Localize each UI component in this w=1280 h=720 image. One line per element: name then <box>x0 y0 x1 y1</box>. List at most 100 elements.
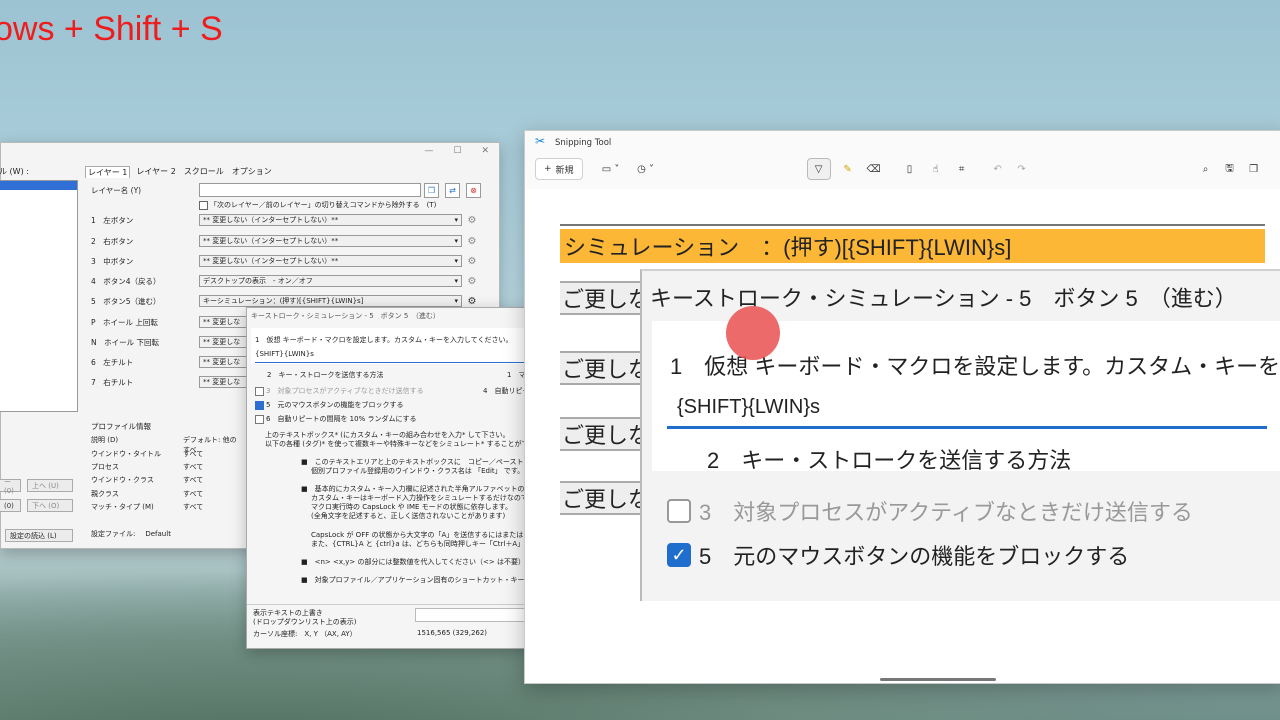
macro-input[interactable]: {SHIFT}{LWIN}s <box>255 350 531 363</box>
dialog-title: キーストローク・シミュレーション - 5 ボタン 5 （進む） <box>251 312 440 320</box>
combo-stub: ご更しな <box>560 351 642 385</box>
gear-icon[interactable]: ⚙ <box>466 296 478 307</box>
snip-mode-dropdown[interactable]: ▭ ˅ <box>597 159 625 179</box>
combo-stub: ご更しな <box>560 417 642 451</box>
option-5-checkbox[interactable]: 5 元のマウスボタンの機能をブロックする <box>255 400 403 410</box>
option-label: 5 元のマウスボタンの機能をブロックする <box>266 401 404 409</box>
delay-dropdown[interactable]: ◷ ˅ <box>631 159 661 179</box>
settings-file-value: Default <box>145 530 171 538</box>
pen-tool-button[interactable]: ▽ <box>806 158 831 180</box>
gear-icon[interactable]: ⚙ <box>466 236 478 247</box>
copy-button[interactable]: ❐ <box>1243 159 1265 179</box>
combo-value: ** 変更しない（インターセプトしない）** <box>203 237 339 245</box>
profile-list-selected-item[interactable] <box>0 181 77 190</box>
help-bullet: ■ <n> <x,y> の部分には整数値を代入してください（<> は不要） <box>301 558 526 566</box>
profile-list[interactable] <box>0 180 78 412</box>
new-snip-button[interactable]: + 新規 <box>535 158 583 180</box>
combo-value: ** 変更しな <box>203 358 241 366</box>
touch-writing-button[interactable]: ☝ <box>925 159 947 179</box>
exclude-layer-label: 「次のレイヤー／前のレイヤー」の切り替えコマンドから除外する (T) <box>210 201 437 209</box>
dropdown-arrow-icon: ▾ <box>454 257 458 265</box>
profile-value: すべて <box>183 476 204 484</box>
layer-name-label: レイヤー名 (Y) <box>91 185 142 195</box>
action-combo[interactable]: ** 変更しない（インターセプトしない）** ▾ <box>199 255 462 267</box>
row-label: N ホイール 下回転 <box>91 337 159 347</box>
zoom-button[interactable]: ⌕ <box>1195 159 1217 179</box>
swap-icon[interactable]: ⇄ <box>445 183 460 198</box>
combo-value: キーシミュレーション：(押す)[{SHIFT}{LWIN}s] <box>203 297 364 305</box>
save-button[interactable]: 🖫 <box>1219 159 1241 179</box>
button-row-middle: 3 中ボタン ** 変更しない（インターセプトしない）** ▾ ⚙ <box>91 254 481 268</box>
row-label: 4 ボタン4（戻る） <box>91 276 161 286</box>
eraser-icon: ⌫ <box>866 163 881 175</box>
combo-value: ** 変更しな <box>203 338 241 346</box>
action-combo[interactable]: デスクトップの表示 - オン／オフ ▾ <box>199 275 462 287</box>
move-down-button[interactable]: 下へ (O) <box>27 499 73 512</box>
gear-icon[interactable]: ⚙ <box>466 215 478 226</box>
dropdown-arrow-icon: ▾ <box>454 297 458 305</box>
option-6-checkbox[interactable]: 6 自動リピートの間隔を 10% ランダムにする <box>255 414 417 424</box>
step2-text: 2 キー・ストロークを送信する方法 <box>267 371 384 379</box>
profile-row: 親クラス すべて <box>91 489 243 499</box>
override-text-input[interactable] <box>415 608 531 622</box>
undo-button[interactable]: ↶ <box>987 159 1009 179</box>
action-combo[interactable]: キーシミュレーション：(押す)[{SHIFT}{LWIN}s] ▾ <box>199 295 462 307</box>
pen-icon: ▽ <box>814 163 823 175</box>
maximize-icon[interactable]: ☐ <box>453 146 461 156</box>
minimize-icon[interactable]: — <box>424 146 433 156</box>
ruler-button[interactable]: ▯ <box>899 159 921 179</box>
settings-file-label: 設定ファイル: <box>91 530 136 538</box>
help-text: 以下の各種 (タグ)* を使って複数キーや特殊キーなどをシミュレート* すること… <box>265 440 529 448</box>
nav-button[interactable]: (0) <box>0 499 21 512</box>
exclude-layer-checkbox[interactable]: 「次のレイヤー／前のレイヤー」の切り替えコマンドから除外する (T) <box>199 200 436 210</box>
layer-name-input[interactable] <box>199 183 421 197</box>
copy-icon: ❐ <box>1249 163 1259 175</box>
copy-icon[interactable]: ❐ <box>424 183 439 198</box>
close-icon[interactable]: ✕ <box>481 146 489 156</box>
zoomed-macro-input: {SHIFT}{LWIN}s <box>667 389 1267 429</box>
crop-button[interactable]: ⌗ <box>951 159 973 179</box>
checkbox-icon <box>667 499 691 523</box>
rectangle-icon: ▭ ˅ <box>601 163 620 175</box>
gear-icon[interactable]: ⚙ <box>466 276 478 287</box>
option-label: 6 自動リピートの間隔を 10% ランダムにする <box>266 415 417 423</box>
settings-file-row: 設定ファイル: Default <box>91 529 171 539</box>
action-combo[interactable]: ** 変更しない（インターセプトしない）** ▾ <box>199 214 462 226</box>
snipping-title-bar: Snipping Tool <box>535 134 611 149</box>
move-up-button[interactable]: 上へ (U) <box>27 479 73 492</box>
profile-info-title: プロファイル情報 <box>91 422 151 431</box>
profile-value: すべて <box>183 450 204 458</box>
snip-canvas: シミュレーション ：(押す)[{SHIFT}{LWIN}s] ご更しな ご更しな… <box>525 189 1280 683</box>
action-combo[interactable]: ** 変更しない（インターセプトしない）** ▾ <box>199 235 462 247</box>
gear-icon[interactable]: ⚙ <box>466 256 478 267</box>
combo-value: ** 変更しな <box>203 378 241 386</box>
eraser-button[interactable]: ⌫ <box>863 159 885 179</box>
help-text: また、{CTRL}A と {ctrl}a は、どちらも同時押しキー「Ctrl＋A… <box>311 540 525 548</box>
cursor-coords-value: 1516,565 (329,262) <box>417 629 488 637</box>
cursor-coords-label: カーソル座標: X, Y （AX, AY） <box>253 630 357 638</box>
option-3-checkbox[interactable]: 3 対象プロセスがアクティブなときだけ送信する <box>255 386 424 396</box>
redo-button[interactable]: ↷ <box>1011 159 1033 179</box>
tab-layer-1[interactable]: レイヤー 1 <box>85 166 131 178</box>
tab-scroll[interactable]: スクロール <box>182 166 226 178</box>
clear-icon[interactable]: ⊗ <box>466 183 481 198</box>
help-bullet: ■ 対象プロファイル／アプリケーション固有のショートカット・キー操作な <box>301 575 531 585</box>
scissors-icon <box>535 134 547 149</box>
highlighter-icon: ✎ <box>843 163 852 175</box>
load-settings-button[interactable]: 設定の読込 (L) <box>5 529 73 542</box>
load-settings-row: 設定の読込 (L) <box>5 529 73 542</box>
shortcut-overlay-text: ows + Shift + S <box>0 10 223 48</box>
option-4-checkbox[interactable]: 4 自動リピー <box>483 386 529 396</box>
combo-value: ** 変更しな <box>203 318 241 326</box>
tab-options[interactable]: オプション <box>230 166 274 178</box>
zoomed-step2: 2 キー・ストロークを送信する方法 <box>707 448 1072 473</box>
profile-list-label: ル (W) : <box>0 167 29 176</box>
divider <box>247 604 531 605</box>
zoomed-dialog-title: キーストローク・シミュレーション - 5 ボタン 5 （進む） <box>650 286 1237 311</box>
profile-row: マッチ・タイプ (M) すべて <box>91 502 243 512</box>
button-row-left: 1 左ボタン ** 変更しない（インターセプトしない）** ▾ ⚙ <box>91 213 481 227</box>
nav-button[interactable]: ー (0) <box>0 478 21 495</box>
tab-layer-2[interactable]: レイヤー 2 <box>134 166 177 178</box>
snipping-toolbar: + 新規 ▭ ˅ ◷ ˅ ▽ ✎ ⌫ ▯ ☝ ⌗ ↶ ↷ ⌕ 🖫 ❐ <box>535 157 1280 181</box>
highlighter-button[interactable]: ✎ <box>837 159 859 179</box>
